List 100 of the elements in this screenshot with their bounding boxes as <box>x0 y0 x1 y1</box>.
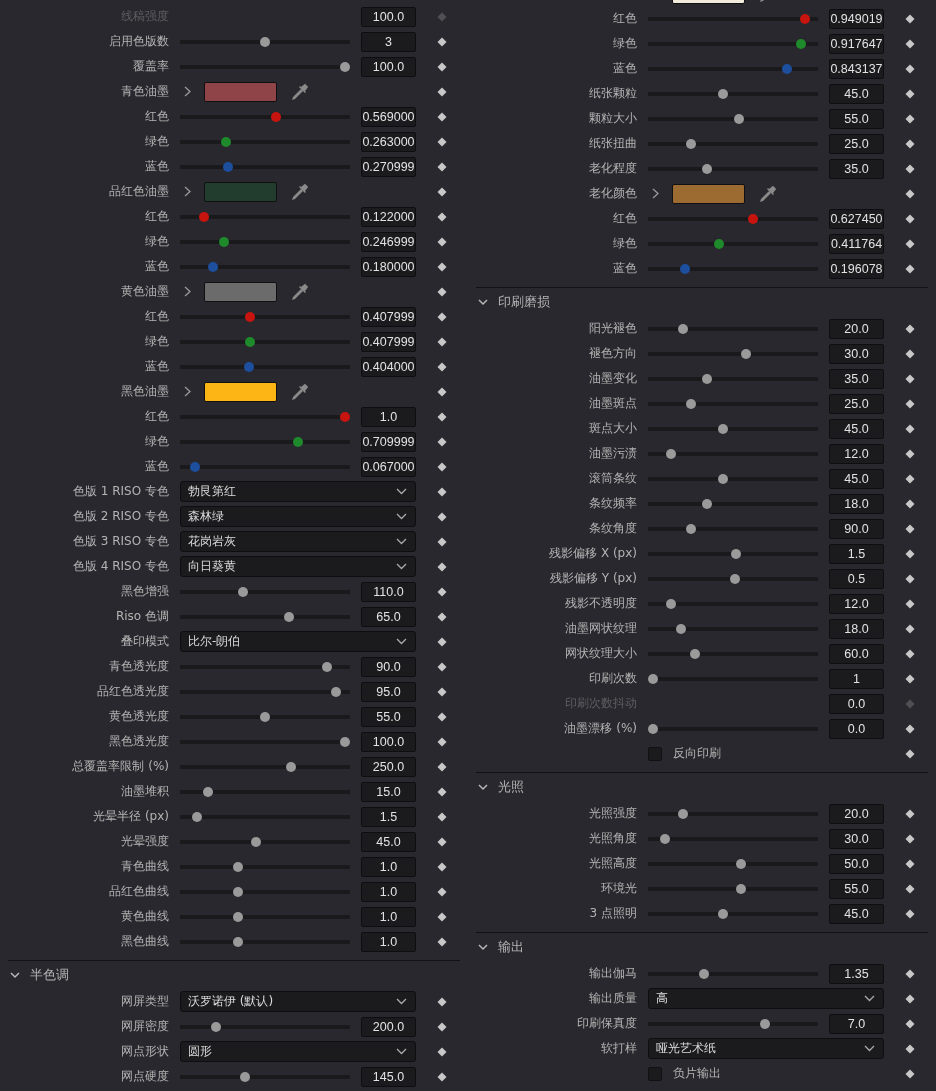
slider-thumb[interactable] <box>244 312 255 322</box>
keyframe-diamond-icon[interactable] <box>905 348 915 359</box>
keyframe-diamond-icon[interactable] <box>905 993 915 1004</box>
value-field[interactable]: 45.0 <box>361 831 416 852</box>
value-field[interactable]: 18.0 <box>829 618 884 639</box>
slider-thumb[interactable] <box>686 399 697 409</box>
slider-thumb[interactable] <box>244 337 255 347</box>
slider-thumb[interactable] <box>665 599 676 609</box>
slider-thumb[interactable] <box>211 1022 222 1032</box>
value-field[interactable]: 20.0 <box>829 803 884 824</box>
keyframe-diamond-icon[interactable] <box>905 648 915 659</box>
value-field[interactable]: 1.5 <box>361 806 416 827</box>
value-field[interactable]: 1.0 <box>361 406 416 427</box>
slider-thumb[interactable] <box>660 834 670 844</box>
dropdown[interactable]: 比尔-朗伯 <box>180 631 416 652</box>
keyframe-diamond-icon[interactable] <box>905 448 915 459</box>
value-field[interactable]: 110.0 <box>361 581 416 602</box>
value-field[interactable]: 100.0 <box>361 731 416 752</box>
value-field[interactable]: 35.0 <box>829 368 884 389</box>
slider-thumb[interactable] <box>734 114 745 124</box>
slider-thumb[interactable] <box>665 449 676 459</box>
value-field[interactable]: 200.0 <box>361 1016 416 1037</box>
keyframe-diamond-icon[interactable] <box>437 261 447 272</box>
slider-thumb[interactable] <box>340 737 350 747</box>
slider-thumb[interactable] <box>271 112 282 122</box>
slider-thumb[interactable] <box>731 549 742 559</box>
value-field[interactable]: 90.0 <box>361 656 416 677</box>
slider-thumb[interactable] <box>222 162 233 172</box>
keyframe-diamond-icon[interactable] <box>437 86 447 97</box>
keyframe-diamond-icon[interactable] <box>437 786 447 797</box>
keyframe-diamond-icon[interactable] <box>905 883 915 894</box>
keyframe-diamond-icon[interactable] <box>905 833 915 844</box>
slider-thumb[interactable] <box>322 662 332 672</box>
keyframe-diamond-icon[interactable] <box>905 188 915 199</box>
value-field[interactable]: 55.0 <box>829 878 884 899</box>
slider-thumb[interactable] <box>232 937 243 947</box>
checkbox[interactable] <box>648 1066 662 1081</box>
chevron-right-icon[interactable] <box>184 286 191 297</box>
value-field[interactable]: 1 <box>829 668 884 689</box>
slider-thumb[interactable] <box>190 462 200 472</box>
value-field[interactable]: 12.0 <box>829 443 884 464</box>
value-field[interactable]: 65.0 <box>361 606 416 627</box>
value-field[interactable]: 90.0 <box>829 518 884 539</box>
value-field[interactable]: 55.0 <box>361 706 416 727</box>
slider-thumb[interactable] <box>699 969 710 979</box>
keyframe-diamond-icon[interactable] <box>437 161 447 172</box>
keyframe-diamond-icon[interactable] <box>437 461 447 472</box>
value-field[interactable]: 0.709999 <box>361 431 416 452</box>
slider-thumb[interactable] <box>740 349 751 359</box>
keyframe-diamond-icon[interactable] <box>905 858 915 869</box>
slider-thumb[interactable] <box>284 612 294 622</box>
slider-thumb[interactable] <box>238 587 248 597</box>
value-field[interactable]: 15.0 <box>361 781 416 802</box>
keyframe-diamond-icon[interactable] <box>437 636 447 647</box>
slider-thumb[interactable] <box>718 89 729 99</box>
slider-thumb[interactable] <box>251 837 262 847</box>
section-header[interactable]: 印刷磨损 <box>476 287 928 316</box>
color-swatch[interactable] <box>204 281 277 302</box>
value-field[interactable]: 0.0 <box>829 718 884 739</box>
value-field[interactable]: 1.0 <box>361 931 416 952</box>
keyframe-diamond-icon[interactable] <box>905 968 915 979</box>
keyframe-diamond-icon[interactable] <box>905 423 915 434</box>
slider-track[interactable] <box>180 412 350 422</box>
keyframe-diamond-icon[interactable] <box>437 211 447 222</box>
slider-thumb[interactable] <box>260 37 270 47</box>
keyframe-diamond-icon[interactable] <box>437 736 447 747</box>
value-field[interactable]: 1.5 <box>829 543 884 564</box>
keyframe-diamond-icon[interactable] <box>437 936 447 947</box>
keyframe-diamond-icon[interactable] <box>905 573 915 584</box>
value-field[interactable]: 18.0 <box>829 493 884 514</box>
slider-track[interactable] <box>648 724 818 734</box>
dropdown[interactable]: 沃罗诺伊 (默认) <box>180 991 416 1012</box>
value-field[interactable]: 0.5 <box>829 568 884 589</box>
slider-thumb[interactable] <box>678 324 689 334</box>
slider-thumb[interactable] <box>795 39 806 49</box>
keyframe-diamond-icon[interactable] <box>437 336 447 347</box>
value-field[interactable]: 30.0 <box>829 828 884 849</box>
eyedropper-icon[interactable] <box>291 82 309 101</box>
keyframe-diamond-icon[interactable] <box>905 548 915 559</box>
dropdown[interactable]: 高 <box>648 988 884 1009</box>
value-field[interactable]: 1.0 <box>361 906 416 927</box>
keyframe-diamond-icon[interactable] <box>437 761 447 772</box>
slider-thumb[interactable] <box>292 437 303 447</box>
slider-thumb[interactable] <box>203 787 214 797</box>
slider-thumb[interactable] <box>232 862 243 872</box>
value-field[interactable]: 50.0 <box>829 853 884 874</box>
value-field[interactable]: 0.917647 <box>829 33 884 54</box>
keyframe-diamond-icon[interactable] <box>905 373 915 384</box>
keyframe-diamond-icon[interactable] <box>905 808 915 819</box>
chevron-right-icon[interactable] <box>184 186 191 197</box>
keyframe-diamond-icon[interactable] <box>437 411 447 422</box>
slider-thumb[interactable] <box>232 887 243 897</box>
slider-thumb[interactable] <box>800 14 810 24</box>
value-field[interactable]: 0.569000 <box>361 106 416 127</box>
keyframe-diamond-icon[interactable] <box>437 61 447 72</box>
slider-thumb[interactable] <box>648 724 658 734</box>
eyedropper-icon[interactable] <box>291 182 309 201</box>
value-field[interactable]: 0.196078 <box>829 258 884 279</box>
slider-thumb[interactable] <box>686 524 697 534</box>
value-field[interactable]: 1.35 <box>829 963 884 984</box>
